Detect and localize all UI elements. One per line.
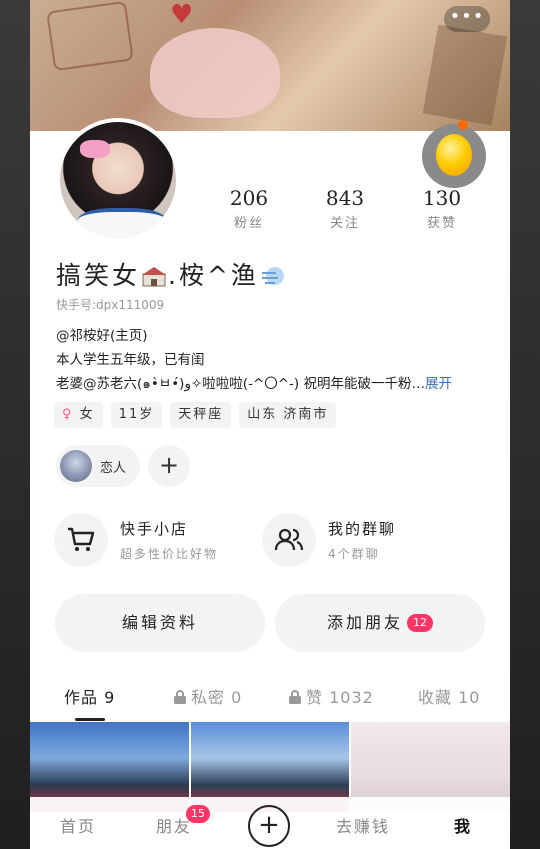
profile-name: 搞笑女 .桉^渔	[56, 256, 287, 292]
group-icon	[262, 513, 316, 567]
friends-badge: 15	[186, 805, 210, 823]
lock-icon	[289, 690, 301, 704]
create-button[interactable]: +	[248, 805, 290, 847]
shop-title: 快手小店	[120, 520, 189, 538]
profile-screen: ♥ ••• 206 粉丝 843 关注 130 获赞 搞笑女 .桉^渔 快手号:d…	[30, 0, 510, 849]
edit-profile-button[interactable]: 编辑资料	[55, 594, 265, 652]
relation-chip[interactable]: 恋人	[56, 445, 141, 487]
nav-earn[interactable]: 去赚钱	[336, 813, 390, 837]
profile-name-part2: .桉^渔	[168, 261, 259, 290]
banner-stamp-decoration	[46, 0, 134, 72]
cart-icon	[54, 513, 108, 567]
bio-line-3-text: 老婆@苏老六(๑•̀ㅂ•́)و✧啦啦啦(-^〇^-) 祝明年能破一千粉…	[56, 376, 425, 392]
banner-ribbon-decoration	[422, 24, 508, 126]
active-tab-indicator	[75, 718, 105, 721]
add-relation-button[interactable]: +	[148, 445, 191, 487]
bio-expand-link[interactable]: 展开	[425, 376, 452, 392]
shop-entry[interactable]: 快手小店 超多性价比好物	[54, 513, 218, 567]
stat-likes-value: 130	[422, 186, 462, 210]
shirt-decoration	[78, 208, 166, 238]
relation-label: 恋人	[100, 460, 127, 476]
shop-subtitle: 超多性价比好物	[120, 547, 219, 561]
egg-yolk	[436, 134, 472, 176]
egg-dot	[458, 120, 468, 130]
bio-line-1[interactable]: @祁桉好(主页)	[56, 324, 496, 348]
add-friend-label: 添加朋友	[326, 613, 403, 632]
bio-line-3: 老婆@苏老六(๑•̀ㅂ•́)و✧啦啦啦(-^〇^-) 祝明年能破一千粉…展开	[56, 372, 496, 396]
tab-favorites[interactable]: 收藏 10	[418, 684, 480, 708]
stat-following[interactable]: 843 关注	[305, 186, 385, 231]
profile-name-part1: 搞笑女	[56, 261, 141, 290]
tab-private[interactable]: 私密 0	[173, 684, 242, 708]
lock-icon	[174, 690, 186, 704]
nav-me[interactable]: 我	[454, 813, 472, 837]
stat-followers[interactable]: 206 粉丝	[209, 186, 289, 231]
school-icon	[142, 267, 167, 287]
tag-zodiac: 天秤座	[170, 402, 232, 428]
group-subtitle: 4个群聊	[328, 547, 380, 561]
bio-line-2: 本人学生五年级，已有闺	[56, 352, 205, 368]
tag-location: 山东 济南市	[239, 402, 337, 428]
tab-likes-label: 赞 1032	[306, 688, 374, 707]
stat-followers-value: 206	[229, 186, 269, 210]
add-friend-badge: 12	[407, 614, 433, 632]
nav-home[interactable]: 首页	[60, 813, 96, 837]
content-tabs: 作品 9 私密 0 赞 1032 收藏 10	[30, 680, 510, 721]
heart-icon: ♥	[170, 0, 194, 30]
banner-cloud-decoration	[150, 28, 280, 118]
group-chat-entry[interactable]: 我的群聊 4个群聊	[262, 513, 396, 567]
more-options-button[interactable]: •••	[444, 6, 490, 32]
female-icon: ♀	[62, 407, 74, 422]
tab-works[interactable]: 作品 9	[64, 684, 115, 708]
bottom-nav: 首页 朋友 15 + 去赚钱 我	[30, 797, 510, 849]
avatar[interactable]	[56, 118, 180, 242]
add-friend-button[interactable]: 添加朋友 12	[275, 594, 485, 652]
relation-row: 恋人 +	[56, 445, 191, 487]
tab-likes[interactable]: 赞 1032	[288, 684, 374, 708]
stat-likes-label: 获赞	[426, 216, 457, 231]
profile-bio: @祁桉好(主页) 本人学生五年级，已有闺 老婆@苏老六(๑•̀ㅂ•́)و✧啦啦啦…	[56, 324, 496, 396]
tag-age: 11岁	[110, 402, 163, 428]
stat-following-label: 关注	[329, 216, 360, 231]
egg-widget-icon[interactable]	[422, 120, 486, 188]
kuaishou-id[interactable]: 快手号:dpx111009	[56, 296, 164, 313]
relation-avatar	[60, 450, 92, 482]
stat-likes[interactable]: 130 获赞	[402, 186, 482, 231]
wind-icon	[261, 267, 284, 285]
background-right	[510, 0, 540, 849]
group-title: 我的群聊	[328, 520, 397, 538]
tag-gender: ♀ 女	[54, 402, 103, 428]
background-left	[0, 0, 30, 849]
profile-banner[interactable]: ♥	[30, 0, 510, 131]
tag-gender-label: 女	[79, 407, 95, 422]
tab-private-label: 私密 0	[191, 688, 243, 707]
stat-followers-label: 粉丝	[233, 216, 264, 231]
profile-tags: ♀ 女 11岁 天秤座 山东 济南市	[54, 402, 337, 428]
stat-following-value: 843	[325, 186, 365, 210]
bow-decoration	[80, 140, 110, 158]
